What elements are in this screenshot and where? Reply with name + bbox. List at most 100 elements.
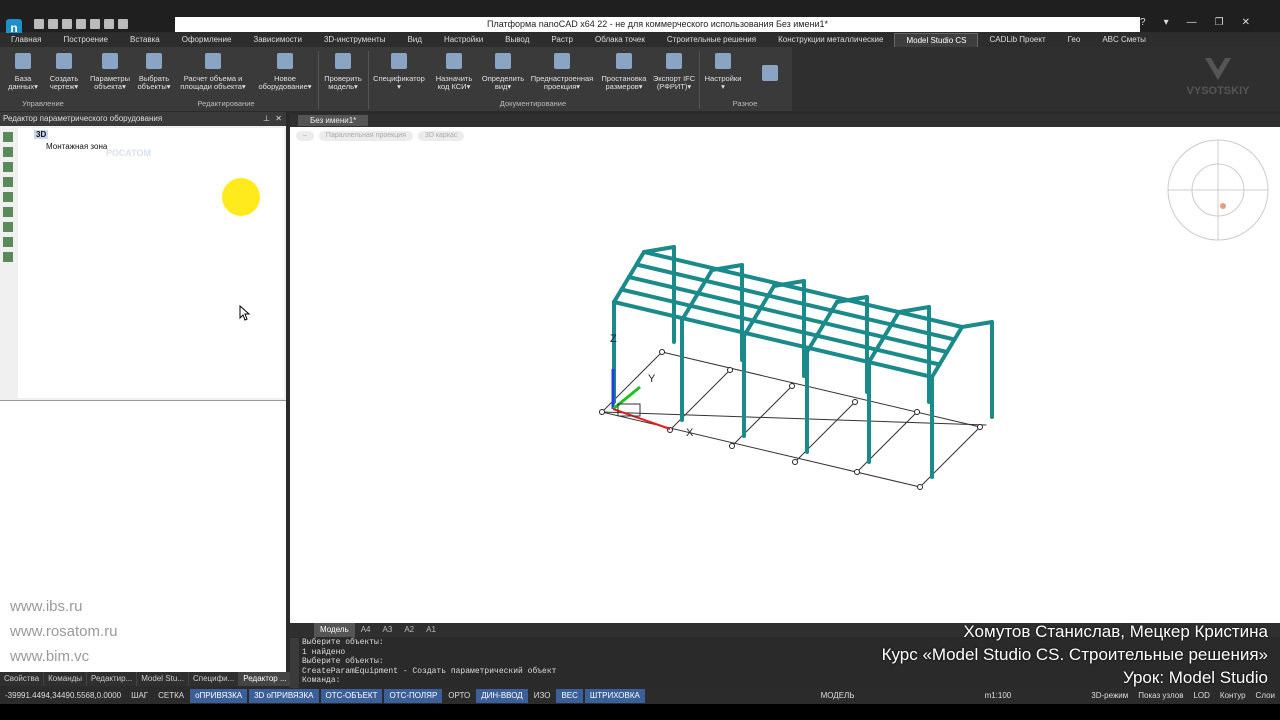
status-toggle-2[interactable]: оПРИВЯЗКА — [190, 689, 248, 703]
dimensioning-button[interactable]: Простановка размеров▾ — [598, 49, 650, 91]
status-toggle-1[interactable]: СЕТКА — [153, 689, 189, 703]
ribbon-tab-8[interactable]: Вывод — [494, 33, 540, 47]
database-icon — [15, 53, 31, 69]
ribbon-tab-14[interactable]: CADLib Проект — [978, 33, 1056, 47]
tool-icon-4[interactable] — [3, 177, 13, 187]
status-toggle-3[interactable]: 3D оПРИВЯЗКА — [249, 689, 319, 703]
ribbon-tab-1[interactable]: Построение — [52, 33, 119, 47]
new-file-icon[interactable] — [34, 19, 44, 29]
database-button[interactable]: База данных▾ — [6, 49, 40, 91]
layout-tab-0[interactable]: Модель — [314, 623, 355, 637]
save-as-icon[interactable] — [76, 19, 86, 29]
panel-tab-2[interactable]: Редактир... — [87, 672, 138, 686]
drawing-viewport[interactable]: – Параллельная проекция 3D каркас Z Y X — [290, 127, 1280, 623]
status-toggle-10[interactable]: ШТРИХОВКА — [584, 689, 645, 703]
save-icon[interactable] — [62, 19, 72, 29]
layers-toggle[interactable]: Слои — [1251, 689, 1280, 703]
ground-line — [601, 411, 921, 488]
panel-tab-1[interactable]: Команды — [44, 672, 88, 686]
tool-icon-3[interactable] — [3, 162, 13, 172]
settings-button[interactable]: Настройки ▾ — [702, 49, 744, 91]
panel-title: Редактор параметрического оборудования — [3, 114, 163, 123]
status-toggle-7[interactable]: ДИН-ВВОД — [476, 689, 528, 703]
define-view-button[interactable]: Определить вид▾ — [478, 49, 528, 91]
tool-icon-5[interactable] — [3, 192, 13, 202]
axis-y-label: Y — [648, 373, 656, 385]
minimize-icon[interactable]: — — [1187, 17, 1197, 31]
ribbon-tab-16[interactable]: ABC Сметы — [1091, 33, 1157, 47]
ribbon-tab-13[interactable]: Model Studio CS — [894, 33, 979, 47]
contour-toggle[interactable]: Контур — [1215, 689, 1251, 703]
mouse-cursor-icon — [239, 305, 251, 321]
specifier-button[interactable]: Спецификатор ▾ — [370, 49, 428, 91]
ribbon-tab-4[interactable]: Зависимости — [242, 33, 313, 47]
tool-icon-9[interactable] — [3, 252, 13, 262]
pin-icon[interactable]: ⊥ — [263, 112, 270, 126]
panel-tab-0[interactable]: Свойства — [0, 672, 45, 686]
ribbon-tab-3[interactable]: Оформление — [171, 33, 243, 47]
ms-extra-button[interactable] — [754, 49, 786, 87]
close-icon[interactable]: ✕ — [1242, 17, 1250, 31]
view-cube[interactable] — [1167, 139, 1269, 241]
ribbon-tab-2[interactable]: Вставка — [119, 33, 171, 47]
object-params-button[interactable]: Параметры объекта▾ — [88, 49, 132, 91]
ribbon-tab-5[interactable]: 3D-инструменты — [313, 33, 397, 47]
help-dropdown-icon[interactable]: ▾ — [1164, 17, 1169, 31]
show-nodes-toggle[interactable]: Показ узлов — [1133, 689, 1188, 703]
status-toggle-5[interactable]: ОТС-ПОЛЯР — [384, 689, 443, 703]
projection-icon — [554, 53, 570, 69]
open-file-icon[interactable] — [48, 19, 58, 29]
preset-projection-button[interactable]: Преднастроенная проекция▾ — [530, 49, 594, 91]
ribbon-tab-15[interactable]: Гео — [1057, 33, 1092, 47]
ground-line — [919, 426, 981, 488]
ribbon-tab-10[interactable]: Облака точек — [584, 33, 656, 47]
volume-area-button[interactable]: Расчет объема и площади объекта▾ — [176, 49, 250, 91]
layout-tab-2[interactable]: A3 — [377, 623, 399, 637]
tree-node-mounting-zone[interactable]: Монтажная зона — [46, 142, 107, 151]
tool-icon-8[interactable] — [3, 237, 13, 247]
panel-tab-3[interactable]: Model Stu... — [137, 672, 189, 686]
status-toggle-4[interactable]: ОТС-ОБЪЕКТ — [320, 689, 383, 703]
layout-tab-3[interactable]: A2 — [398, 623, 420, 637]
building-frame[interactable] — [612, 245, 994, 479]
ribbon-tab-12[interactable]: Конструкции металлические — [767, 33, 894, 47]
status-toggle-9[interactable]: ВЕС — [556, 689, 583, 703]
status-toggle-6[interactable]: ОРТО — [443, 689, 475, 703]
assign-ksi-button[interactable]: Назначить код КСИ▾ — [432, 49, 476, 91]
status-toggle-8[interactable]: ИЗО — [529, 689, 556, 703]
create-drawing-button[interactable]: Создать чертеж▾ — [44, 49, 84, 91]
panel-tab-4[interactable]: Специфи... — [189, 672, 240, 686]
redo-icon[interactable] — [104, 19, 114, 29]
layout-tab-1[interactable]: A4 — [355, 623, 377, 637]
ribbon-panel: База данных▾ Создать чертеж▾ Параметры объе… — [0, 47, 792, 111]
ribbon-tab-11[interactable]: Строительные решения — [656, 33, 767, 47]
ribbon-tab-7[interactable]: Настройки — [433, 33, 494, 47]
document-tab[interactable]: Без имени1* — [298, 115, 369, 126]
model-space-label[interactable]: МОДЕЛЬ — [816, 689, 860, 703]
tool-icon-7[interactable] — [3, 222, 13, 232]
export-ifc-button[interactable]: Экспорт IFC (РФРИТ)▾ — [652, 49, 696, 91]
ribbon-tab-6[interactable]: Вид — [396, 33, 432, 47]
ribbon-tab-0[interactable]: Главная — [0, 33, 52, 47]
ribbon-tab-9[interactable]: Растр — [540, 33, 584, 47]
tool-icon-2[interactable] — [3, 147, 13, 157]
maximize-icon[interactable]: ❐ — [1215, 17, 1224, 31]
new-equipment-button[interactable]: Новое оборудование▾ — [254, 49, 316, 91]
tool-icon-6[interactable] — [3, 207, 13, 217]
check-model-button[interactable]: Проверить модель▾ — [320, 49, 366, 91]
layout-tab-4[interactable]: A1 — [420, 623, 442, 637]
print-icon[interactable] — [118, 19, 128, 29]
3d-mode-toggle[interactable]: 3D-режим — [1086, 689, 1133, 703]
help-icon[interactable]: ? — [1140, 17, 1146, 31]
panel-close-icon[interactable]: ✕ — [275, 112, 282, 126]
scale-readout[interactable]: m1:100 — [980, 689, 1017, 703]
status-toggle-0[interactable]: ШАГ — [126, 689, 153, 703]
lod-toggle[interactable]: LOD — [1188, 689, 1214, 703]
tool-icon-1[interactable] — [3, 132, 13, 142]
command-line-handle[interactable] — [290, 638, 299, 688]
select-objects-button[interactable]: Выбрать объекты▾ — [134, 49, 174, 91]
panel-tab-5[interactable]: Редактор ... — [239, 672, 292, 686]
group-editing: Редактирование — [197, 99, 255, 108]
tree-node-root[interactable]: 3D — [34, 130, 49, 139]
undo-icon[interactable] — [90, 19, 100, 29]
